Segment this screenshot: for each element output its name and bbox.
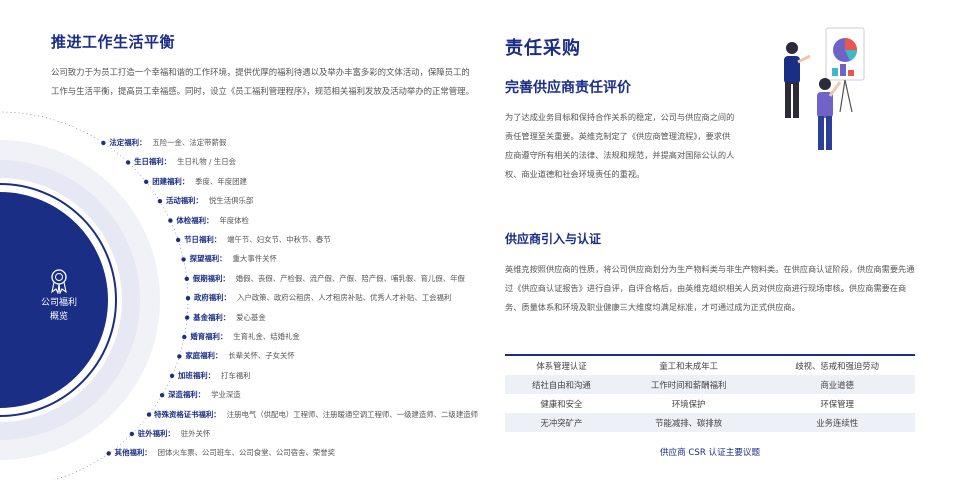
welfare-item-name: 生日福利： [134, 157, 172, 167]
procurement-title: 责任采购 [505, 38, 581, 59]
welfare-item-value: 入户政策、政府公租房、人才租房补贴、优秀人才补贴、工会福利 [236, 293, 452, 303]
welfare-item-value: 季度、年度团建 [195, 176, 247, 186]
supplier-certification-paragraph: 英维克按照供应商的性质，将公司供应商划分为生产物料类与非生产物料类。在供应商认证… [505, 264, 915, 312]
welfare-item-name: 节日福利： [184, 235, 222, 244]
welfare-item-name: 深造福利： [168, 390, 206, 400]
welfare-item-value: 爱心基金 [236, 312, 266, 322]
welfare-item-value: 婚假、丧假、产检假、流产假、产假、陪产假、哺乳假、育儿假、年假 [235, 273, 465, 283]
welfare-item: 加班福利： 打车福利 [178, 370, 251, 382]
csr-table-cell: 童工和未成年工 [659, 360, 718, 371]
welfare-bullet-dot [143, 179, 149, 184]
csr-table-cell: 环保管理 [820, 398, 854, 409]
csr-table-row: 结社自由和沟通 工作时间和薪酬福利 商业道德 [505, 375, 915, 394]
csr-table-cell: 环境保护 [671, 398, 706, 409]
welfare-overview-line1: 公司福利 [40, 298, 77, 308]
welfare-item: 法定福利： 五险一金、法定带薪假 [109, 137, 226, 149]
welfare-item-value: 学业深造 [211, 390, 241, 400]
welfare-item: 政府福利： 入户政策、政府公租房、人才租房补贴、优秀人才补贴、工会福利 [194, 292, 451, 304]
welfare-item: 基金福利： 爱心基金 [193, 312, 266, 324]
welfare-item: 特殊资格证书福利： 注册电气（供配电）工程师、注册暖通空调工程师、一级建造师、二级… [154, 409, 478, 421]
welfare-item-name: 家庭福利： [185, 351, 223, 361]
csr-table-cell: 商业道德 [759, 375, 915, 394]
welfare-bullet-dot [157, 199, 163, 204]
welfare-item-value: 端午节、妇女节、中秋节、春节 [227, 235, 331, 244]
welfare-item: 体检福利： 年度体检 [176, 215, 249, 227]
welfare-bullet-dot [175, 237, 181, 243]
welfare-item-value: 打车福利 [221, 370, 251, 380]
welfare-overview-label: 公司福利 概览 [19, 296, 99, 324]
business-presentation-illustration [784, 27, 865, 150]
welfare-overview-line2: 概览 [49, 312, 68, 322]
welfare-bullet-dot [101, 140, 106, 146]
csr-table-cell: 节能减排、碳排放 [617, 413, 760, 432]
welfare-item: 其他福利： 团体火车票、公司班车、公司食堂、公司宿舍、荣誉奖 [115, 447, 335, 459]
welfare-bullet-dot [146, 412, 152, 417]
welfare-item-name: 活动福利： [165, 196, 203, 206]
welfare-item-name: 假期福利： [192, 273, 230, 283]
welfare-item-value: 团体火车票、公司班车、公司食堂、公司宿舍、荣誉奖 [157, 448, 336, 458]
supplier-evaluation-heading: 完善供应商责任评价 [505, 80, 631, 96]
welfare-bullet-dot [184, 276, 190, 281]
welfare-item-value: 生育礼金、结婚礼金 [233, 332, 300, 341]
welfare-item-name: 特殊资格证书福利： [154, 409, 221, 419]
welfare-item-name: 体检福利： [176, 215, 214, 225]
welfare-item-name: 探望福利： [189, 254, 227, 264]
csr-table-cell: 业务连续性 [759, 413, 915, 432]
welfare-item: 家庭福利： 长辈关怀、子女关怀 [185, 350, 295, 362]
welfare-item-value: 悦生活俱乐部 [208, 196, 254, 206]
welfare-bullet-dot [181, 257, 186, 262]
csr-table-cell: 歧视、惩戒和强迫劳动 [795, 360, 880, 371]
welfare-item-name: 其他福利： [114, 448, 152, 458]
welfare-item-value: 生日礼物 / 生日会 [177, 157, 236, 167]
welfare-item-name: 加班福利： [178, 370, 215, 380]
welfare-bullet-dot [185, 296, 191, 301]
welfare-item: 深造福利： 学业深造 [168, 389, 241, 401]
welfare-item: 驻外福利： 驻外关怀 [138, 428, 211, 440]
welfare-bullet-dot [129, 431, 135, 437]
welfare-item-value: 年度体检 [219, 215, 249, 225]
csr-table-caption: 供应商 CSR 认证主要议题 [659, 448, 761, 458]
award-ribbon-icon [51, 269, 67, 294]
csr-table-cell: 工作时间和薪酬福利 [617, 375, 760, 394]
welfare-item: 生日福利： 生日礼物 / 生日会 [134, 156, 236, 168]
welfare-bullet-dot [106, 451, 111, 456]
welfare-item-value: 长辈关怀、子女关怀 [228, 351, 295, 361]
csr-table-cell: 体系管理认证 [536, 360, 587, 371]
welfare-item-name: 婚育福利： [190, 332, 228, 341]
welfare-item-name: 驻外福利： [137, 429, 175, 438]
welfare-bullet-dot [168, 218, 173, 223]
supplier-certification-heading: 供应商引入与认证 [505, 232, 602, 246]
welfare-item-value: 五险一金、法定带薪假 [152, 138, 227, 147]
welfare-bullet-dot [177, 354, 182, 359]
welfare-item: 节日福利： 端午节、妇女节、中秋节、春节 [184, 234, 330, 246]
csr-table-cell: 结社自由和沟通 [505, 375, 618, 394]
welfare-item-name: 基金福利： [193, 312, 231, 322]
welfare-item: 团建福利： 季度、年度团建 [152, 176, 247, 188]
csr-table-row: 无冲突矿产 节能减排、碳排放 业务连续性 [505, 413, 915, 432]
welfare-bullet-dot [182, 334, 187, 340]
welfare-item: 活动福利： 悦生活俱乐部 [166, 195, 253, 207]
welfare-item-value: 重大事件关怀 [232, 254, 277, 264]
welfare-bullet-dot [125, 160, 131, 165]
welfare-item: 婚育福利： 生育礼金、结婚礼金 [190, 331, 300, 343]
welfare-bullet-dot [159, 393, 165, 398]
csr-table-row: 体系管理认证 童工和未成年工 歧视、惩戒和强迫劳动 [505, 356, 915, 375]
welfare-item-value: 注册电气（供配电）工程师、注册暖通空调工程师、一级建造师、二级建造师 [226, 409, 478, 419]
supplier-evaluation-paragraph: 为了达成业务目标和保持合作关系的稳定，公司与供应商之间的责任管理至关重要。英维克… [505, 112, 735, 179]
welfare-item-name: 政府福利： [193, 293, 231, 303]
welfare-item-name: 团建福利： [152, 176, 190, 186]
welfare-item: 假期福利： 婚假、丧假、产检假、流产假、产假、陪产假、哺乳假、育儿假、年假 [193, 273, 465, 285]
csr-table-cell: 健康和安全 [540, 398, 583, 409]
welfare-item-value: 驻外关怀 [180, 429, 211, 438]
csr-table-cell: 无冲突矿产 [505, 413, 618, 432]
csr-topics-table: 体系管理认证 童工和未成年工 歧视、惩戒和强迫劳动结社自由和沟通 工作时间和薪酬福利商… [505, 354, 915, 432]
welfare-item: 探望福利： 重大事件关怀 [190, 253, 277, 265]
csr-table-row: 健康和安全 环境保护 环保管理 [505, 394, 915, 413]
welfare-bullet-dot [184, 315, 190, 320]
welfare-item-name: 法定福利： [109, 138, 147, 147]
welfare-bullet-dot [169, 373, 175, 378]
